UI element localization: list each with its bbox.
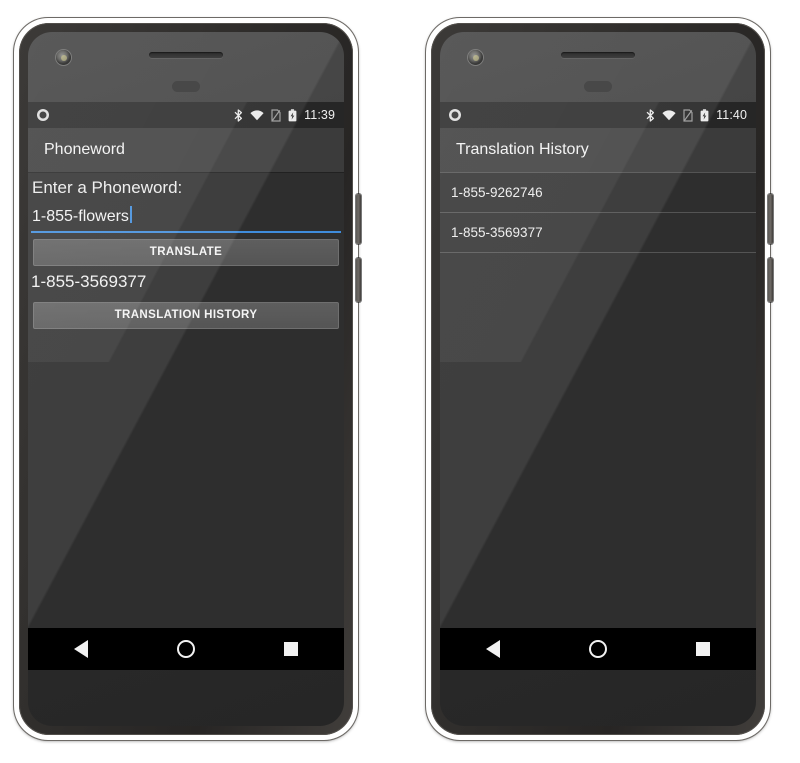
volume-button[interactable] (768, 258, 773, 302)
bluetooth-icon (646, 108, 655, 122)
earpiece-speaker (149, 52, 223, 58)
status-icon-group (646, 108, 709, 122)
record-circle-icon (449, 109, 461, 121)
text-cursor (129, 206, 132, 223)
list-item[interactable]: 1-855-9262746 (440, 172, 756, 213)
phoneword-input[interactable]: 1-855-flowers (31, 202, 341, 233)
phoneword-input-value: 1-855-flowers (32, 208, 129, 225)
front-camera-icon (468, 50, 483, 65)
phone-glass: 11:39 Phoneword Enter a Phoneword: 1-855… (28, 32, 344, 726)
status-clock: 11:40 (716, 108, 747, 122)
battery-charging-icon (288, 108, 297, 122)
phone-device-phoneword: 11:39 Phoneword Enter a Phoneword: 1-855… (14, 18, 361, 740)
app-content-phoneword: Enter a Phoneword: 1-855-flowers TRANSLA… (28, 172, 344, 329)
phoneword-input-label: Enter a Phoneword: (32, 178, 183, 197)
back-button[interactable] (53, 628, 109, 670)
no-sim-icon (683, 108, 693, 122)
phone-device-translation-history: 11:40 Translation History 1-855-9262746 … (426, 18, 773, 740)
proximity-sensor (584, 81, 612, 92)
record-circle-icon (37, 109, 49, 121)
volume-button[interactable] (356, 258, 361, 302)
wifi-icon (250, 109, 264, 121)
navigation-bar (28, 628, 344, 670)
phone-frame-inner: 11:39 Phoneword Enter a Phoneword: 1-855… (19, 23, 353, 735)
bluetooth-icon (234, 108, 243, 122)
phone-screen-phoneword: 11:39 Phoneword Enter a Phoneword: 1-855… (28, 102, 344, 670)
recents-square-icon (696, 642, 711, 656)
back-triangle-icon (485, 640, 500, 658)
home-button[interactable] (158, 628, 214, 670)
front-camera-icon (56, 50, 71, 65)
list-item[interactable]: 1-855-3569377 (440, 213, 756, 253)
phone-screen-translation-history: 11:40 Translation History 1-855-9262746 … (440, 102, 756, 670)
proximity-sensor (172, 81, 200, 92)
status-icon-group (234, 108, 297, 122)
battery-charging-icon (700, 108, 709, 122)
back-triangle-icon (73, 640, 88, 658)
home-circle-icon (588, 640, 607, 658)
app-bar-title: Phoneword (44, 141, 125, 158)
status-bar: 11:39 (28, 102, 344, 128)
app-bar: Phoneword (28, 128, 344, 172)
phone-glass: 11:40 Translation History 1-855-9262746 … (440, 32, 756, 726)
navigation-bar (440, 628, 756, 670)
status-clock: 11:39 (304, 108, 335, 122)
wifi-icon (662, 109, 676, 121)
status-bar: 11:40 (440, 102, 756, 128)
translate-button[interactable]: TRANSLATE (33, 239, 339, 266)
back-button[interactable] (465, 628, 521, 670)
translation-history-button[interactable]: TRANSLATION HISTORY (33, 302, 339, 329)
home-button[interactable] (570, 628, 626, 670)
power-button[interactable] (356, 194, 361, 244)
power-button[interactable] (768, 194, 773, 244)
no-sim-icon (271, 108, 281, 122)
recents-square-icon (284, 642, 299, 656)
earpiece-speaker (561, 52, 635, 58)
home-circle-icon (176, 640, 195, 658)
recents-button[interactable] (263, 628, 319, 670)
recents-button[interactable] (675, 628, 731, 670)
phone-frame-inner: 11:40 Translation History 1-855-9262746 … (431, 23, 765, 735)
translation-history-list: 1-855-9262746 1-855-3569377 (440, 172, 756, 253)
app-bar-title: Translation History (456, 141, 589, 158)
translation-result: 1-855-3569377 (31, 272, 147, 291)
app-bar: Translation History (440, 128, 756, 172)
